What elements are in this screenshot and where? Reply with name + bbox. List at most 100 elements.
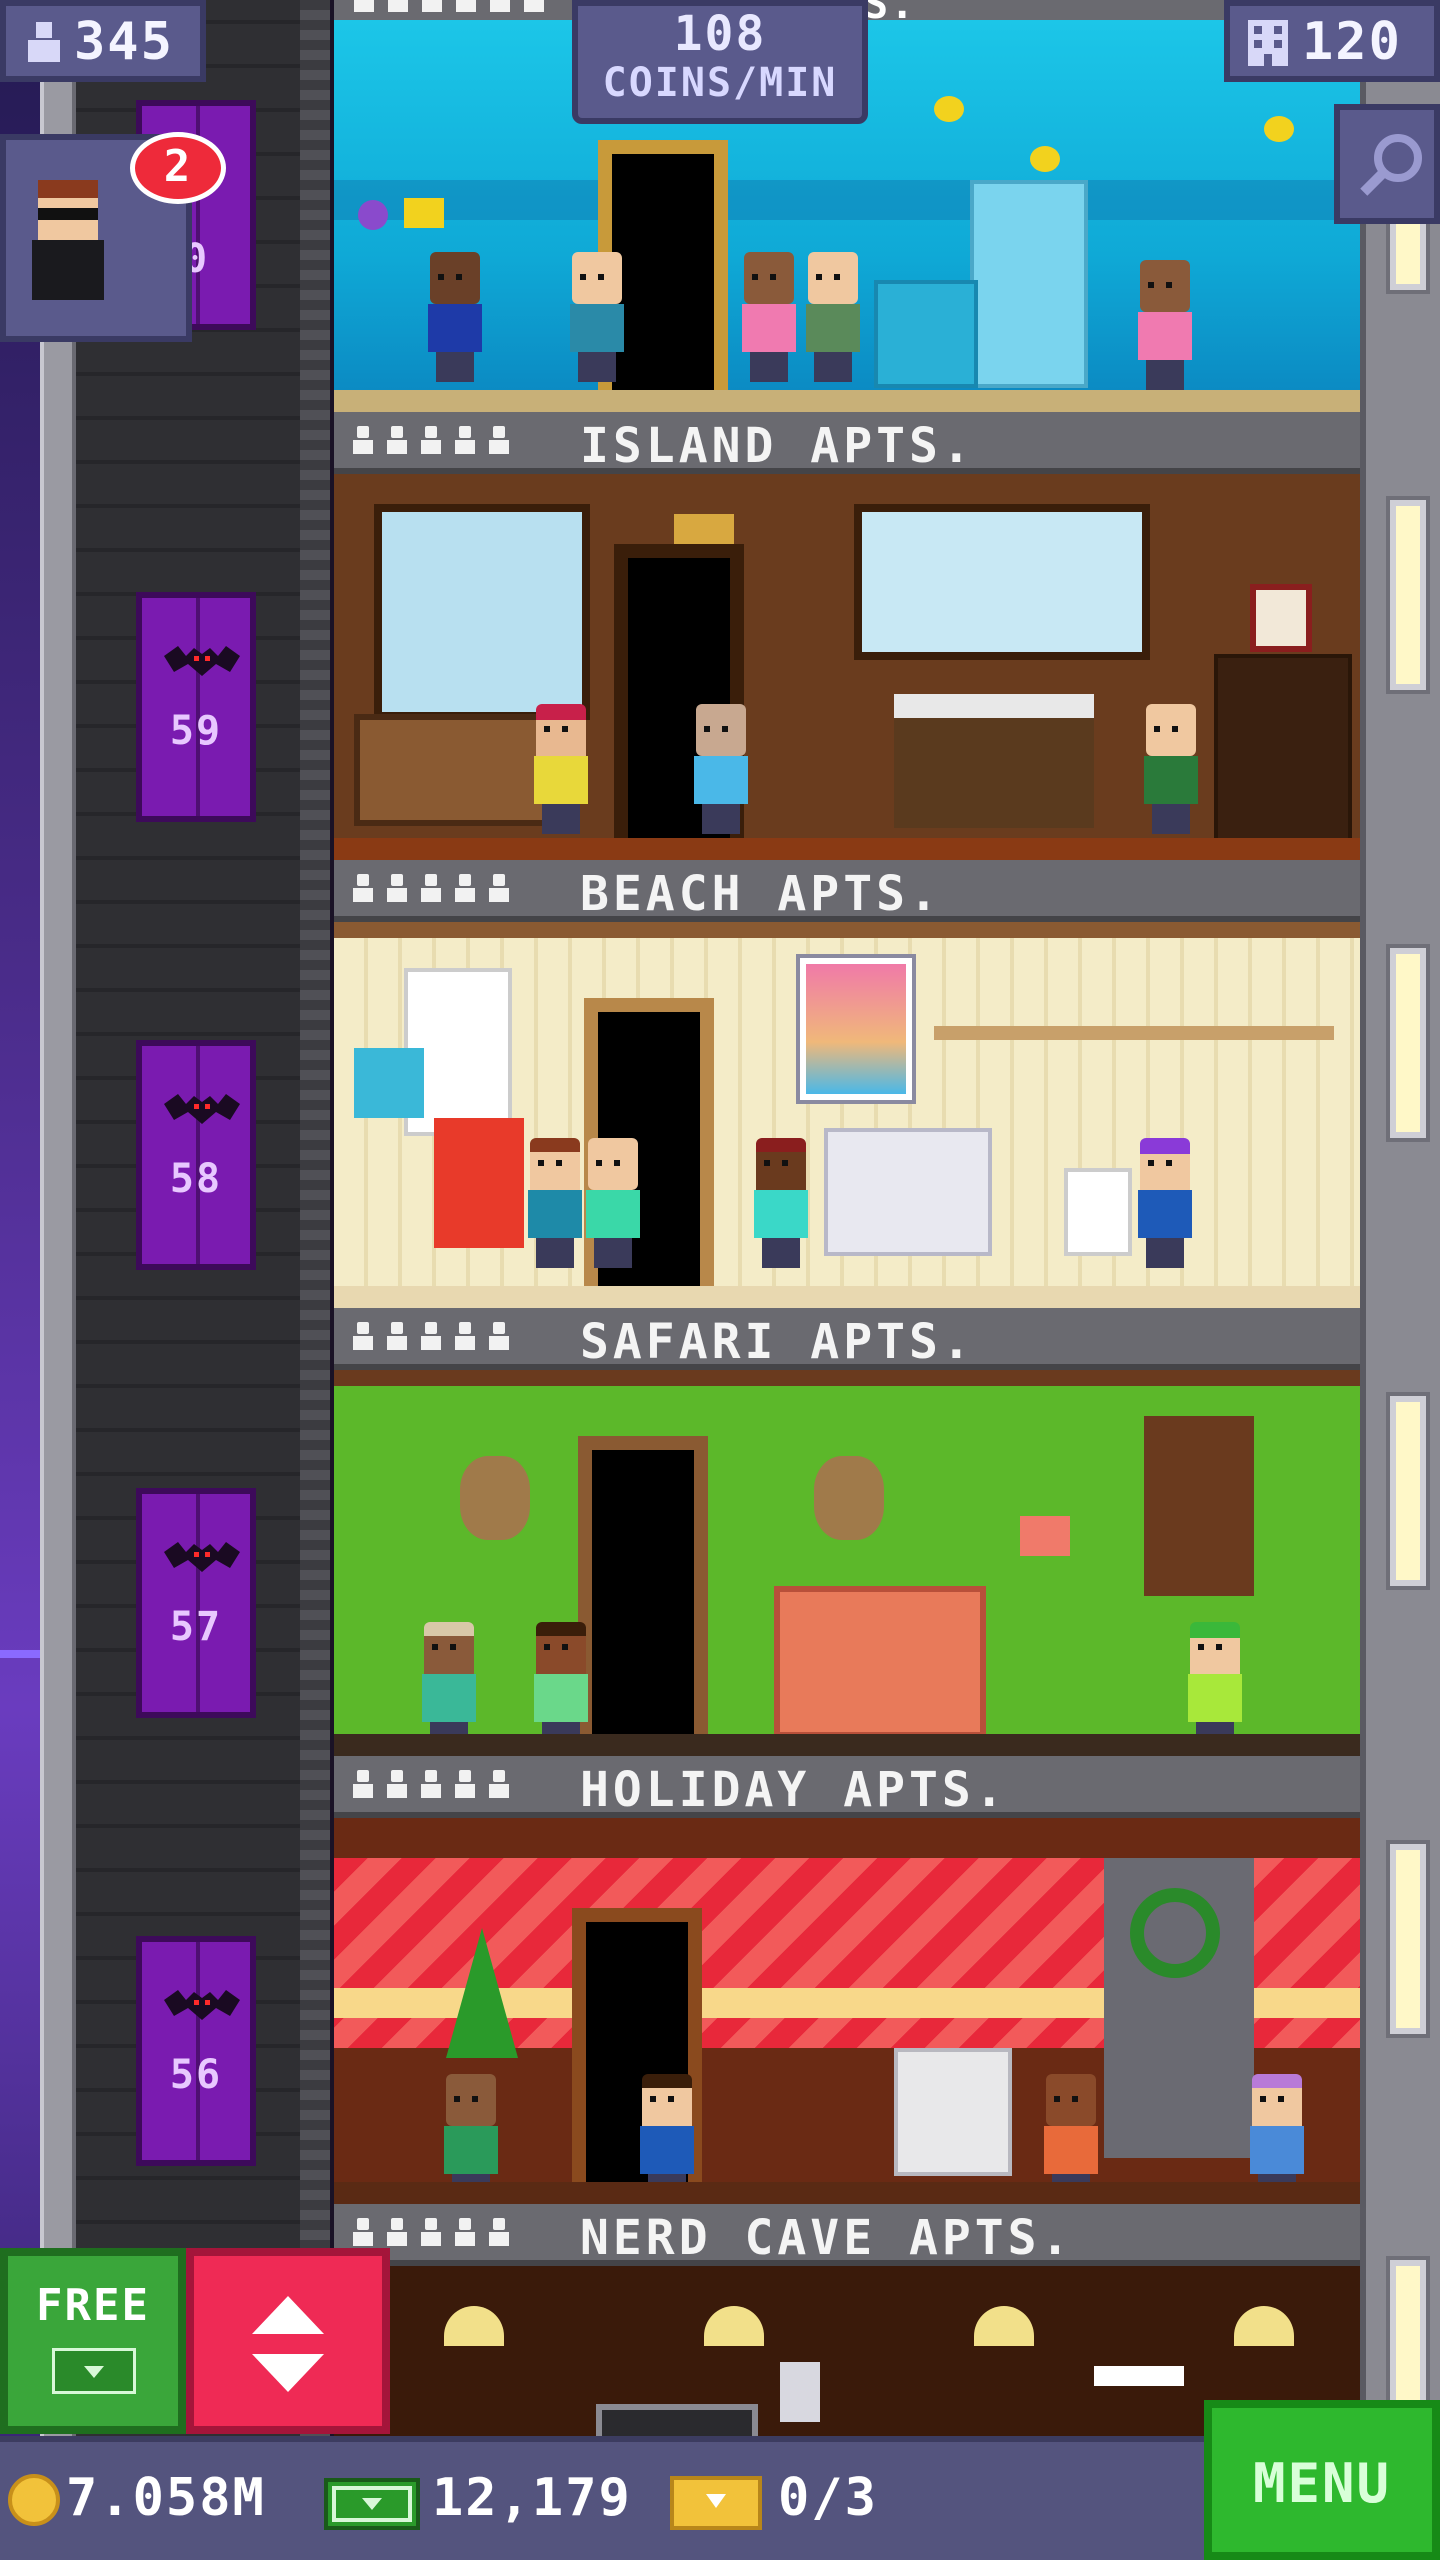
wardrobe <box>1214 654 1352 860</box>
floor-name: SAFARI APTS. <box>580 1314 975 1370</box>
resident-sprite[interactable] <box>566 252 628 382</box>
bat-icon <box>164 1542 240 1572</box>
support-pole <box>40 0 76 2440</box>
tower-window <box>1390 500 1426 690</box>
room-holiday <box>334 1818 1360 2204</box>
resident-sprite[interactable] <box>524 1138 586 1268</box>
floor-stars <box>352 426 510 454</box>
floor-stars <box>352 2218 510 2246</box>
population-counter[interactable]: 345 <box>0 0 206 82</box>
robot-figure <box>780 2362 820 2422</box>
notification-badge: 2 <box>130 132 226 204</box>
floor-stars <box>352 1770 510 1798</box>
resident-sprite[interactable] <box>424 252 486 382</box>
free-bux-button[interactable]: FREE <box>0 2248 186 2434</box>
bed <box>894 694 1094 828</box>
kitchen-cabinet <box>874 280 978 388</box>
floor-lamp <box>1020 1516 1070 1556</box>
bookshelf <box>1064 1168 1132 1256</box>
tower-window <box>1390 1396 1426 1586</box>
floors-icon <box>1248 20 1288 66</box>
coins-per-min-panel[interactable]: 108 COINS/MIN <box>572 0 868 124</box>
coins-amount: 7.058M <box>66 2468 266 2528</box>
floor-label: SAFARI APTS. <box>334 1308 1360 1370</box>
resident-sprite[interactable] <box>738 252 800 382</box>
room-safari <box>334 1370 1360 1756</box>
window-shutters <box>1144 1416 1254 1596</box>
wall-picture <box>1250 584 1312 652</box>
search-zoom-icon <box>1360 134 1422 196</box>
armchair <box>824 1128 992 1256</box>
room-door <box>578 1436 708 1756</box>
ceiling-lamp <box>1234 2306 1294 2346</box>
resident-sprite[interactable] <box>418 1622 480 1752</box>
christmas-tree <box>446 1928 518 2058</box>
menu-button[interactable]: MENU <box>1204 2400 1440 2560</box>
coin-icon <box>8 2474 60 2526</box>
space-beam <box>0 1650 40 1658</box>
resident-sprite[interactable] <box>1140 704 1202 834</box>
resident-sprite[interactable] <box>750 1138 812 1268</box>
floor-name: NERD CAVE APTS. <box>580 2210 1074 2266</box>
elevator-floor-number: 56 <box>169 2052 223 2098</box>
ceiling-lamp <box>674 514 734 544</box>
space-background <box>0 0 40 2440</box>
elevator-floor-number: 57 <box>169 1604 223 1650</box>
tribal-mask <box>814 1456 884 1540</box>
bat-icon <box>164 1094 240 1124</box>
elevator-floor-number: 59 <box>169 708 223 754</box>
elevator-car[interactable]: 59 <box>136 592 256 822</box>
lamp <box>354 1048 424 1118</box>
floor-label: ISLAND APTS. <box>334 412 1360 474</box>
elevator-car[interactable]: 58 <box>136 1040 256 1270</box>
floors-counter[interactable]: 120 <box>1224 0 1440 82</box>
resident-sprite[interactable] <box>530 704 592 834</box>
floor-holiday-apts[interactable]: HOLIDAY APTS. <box>334 1756 1360 2204</box>
resident-sprite[interactable] <box>1184 1622 1246 1752</box>
ticket-icon <box>670 2476 762 2530</box>
floor-label: NERD CAVE APTS. <box>334 2204 1360 2266</box>
ceiling-lamp <box>974 2306 1034 2346</box>
elevator-car[interactable]: 57 <box>136 1488 256 1718</box>
elevator-button[interactable] <box>186 2248 390 2434</box>
room-island <box>334 474 1360 860</box>
tv-screen <box>596 2404 758 2440</box>
resident-sprite[interactable] <box>802 252 864 382</box>
elevator-arrows-icon <box>252 2296 324 2392</box>
floor-name: HOLIDAY APTS. <box>580 1762 1008 1818</box>
bux-amount: 12,179 <box>432 2468 632 2528</box>
ceiling-lamp <box>444 2306 504 2346</box>
floor-label: HOLIDAY APTS. <box>334 1756 1360 1818</box>
floor-label: BEACH APTS. <box>334 860 1360 922</box>
resident-sprite[interactable] <box>1134 1138 1196 1268</box>
window <box>854 504 1150 660</box>
floor-safari-apts[interactable]: SAFARI APTS. <box>334 1308 1360 1756</box>
zoom-button[interactable] <box>1334 104 1440 224</box>
elevator-floor-number: 58 <box>169 1156 223 1202</box>
tower-window <box>1390 948 1426 1138</box>
tower-right-wall <box>1360 0 1440 2440</box>
bux-icon <box>52 2348 136 2394</box>
resident-sprite[interactable] <box>690 704 752 834</box>
airplane-model <box>1094 2366 1184 2386</box>
resident-sprite[interactable] <box>1134 260 1196 390</box>
elevator-car[interactable]: 56 <box>136 1936 256 2166</box>
bat-icon <box>164 646 240 676</box>
vip-visitor-button[interactable]: 2 <box>0 132 226 342</box>
armchair <box>894 2048 1012 2176</box>
resident-sprite[interactable] <box>582 1138 644 1268</box>
shaft-rail <box>300 0 330 2440</box>
floor-island-apts[interactable]: ISLAND APTS. <box>334 412 1360 860</box>
floor-beach-apts[interactable]: BEACH APTS. <box>334 860 1360 1308</box>
resident-sprite[interactable] <box>530 1622 592 1752</box>
population-icon <box>28 22 60 62</box>
tribal-mask <box>460 1456 530 1540</box>
window-palm <box>374 504 590 720</box>
tickets-amount: 0/3 <box>778 2468 878 2528</box>
bat-icon <box>164 1990 240 2020</box>
fridge <box>970 180 1088 388</box>
floor-name: ISLAND APTS. <box>580 418 975 474</box>
tower-window <box>1390 1844 1426 2034</box>
wreath <box>1130 1888 1220 1978</box>
wall-shelf <box>934 1026 1334 1040</box>
